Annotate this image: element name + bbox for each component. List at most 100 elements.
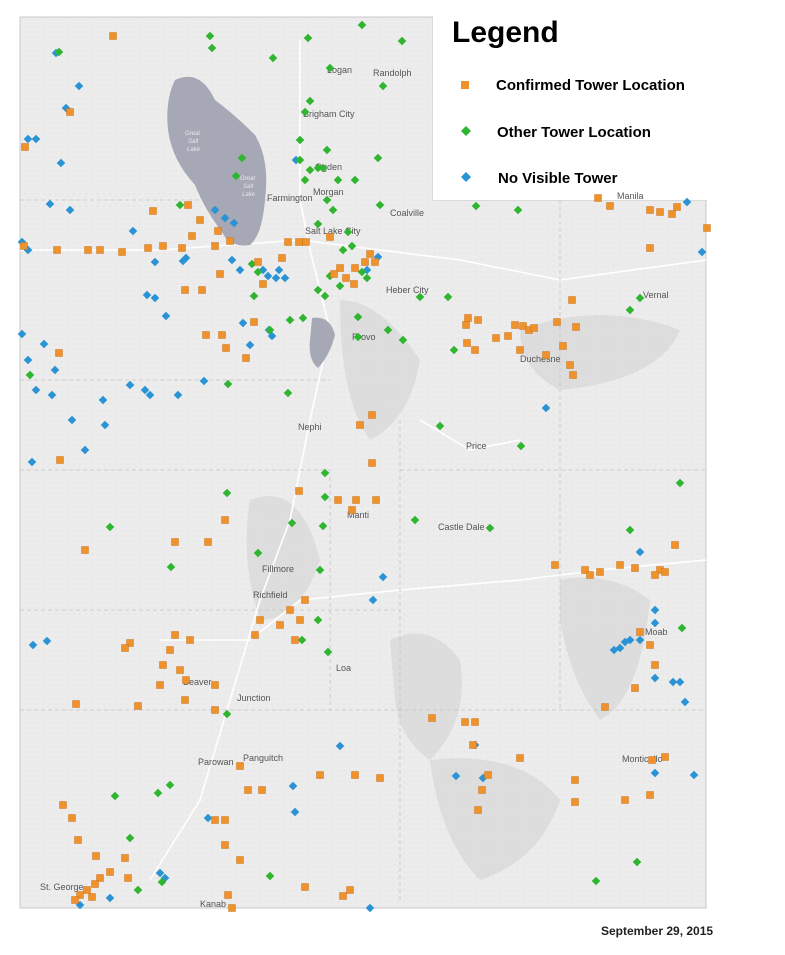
confirmed-tower-marker [471,718,479,726]
confirmed-tower-marker [571,798,579,806]
confirmed-tower-marker [673,203,681,211]
city-label-junction: Junction [237,693,271,703]
confirmed-tower-marker [211,706,219,714]
confirmed-tower-marker [149,207,157,215]
confirmed-tower-marker [504,332,512,340]
confirmed-tower-marker [351,264,359,272]
confirmed-tower-marker [478,786,486,794]
confirmed-tower-marker [56,456,64,464]
confirmed-tower-marker [221,841,229,849]
confirmed-tower-marker [703,224,711,232]
city-label-manila: Manila [617,191,644,201]
utah-tower-map: Great Salt Lake Great Salt Lake Legend C… [17,0,785,913]
confirmed-tower-marker [182,676,190,684]
confirmed-tower-marker [278,254,286,262]
confirmed-tower-marker [21,143,29,151]
city-label-loa: Loa [336,663,351,673]
confirmed-tower-marker [284,238,292,246]
confirmed-tower-marker [83,886,91,894]
confirmed-tower-marker [469,741,477,749]
confirmed-tower-marker [530,324,538,332]
confirmed-tower-marker [250,318,258,326]
city-label-parowan: Parowan [198,757,234,767]
legend-title: Legend [452,16,559,49]
confirmed-tower-marker [342,274,350,282]
confirmed-tower-marker [631,684,639,692]
confirmed-tower-marker [671,541,679,549]
confirmed-tower-marker [616,561,624,569]
legend-confirmed-marker [461,81,469,89]
confirmed-tower-marker [566,361,574,369]
map-date: September 29, 2015 [601,924,714,938]
confirmed-tower-marker [81,546,89,554]
confirmed-tower-marker [55,349,63,357]
city-label-coalville: Coalville [390,208,424,218]
confirmed-tower-marker [302,238,310,246]
city-label-brigham-city: Brigham City [303,109,355,119]
confirmed-tower-marker [368,411,376,419]
confirmed-tower-marker [124,874,132,882]
confirmed-tower-marker [661,753,669,761]
confirmed-tower-marker [516,346,524,354]
confirmed-tower-marker [474,806,482,814]
city-label-nephi: Nephi [298,422,322,432]
confirmed-tower-marker [196,216,204,224]
confirmed-tower-marker [224,891,232,899]
confirmed-tower-marker [596,568,604,576]
confirmed-tower-marker [648,756,656,764]
confirmed-tower-marker [88,893,96,901]
confirmed-tower-marker [606,202,614,210]
confirmed-tower-marker [511,321,519,329]
confirmed-tower-marker [352,496,360,504]
confirmed-tower-marker [181,696,189,704]
confirmed-tower-marker [462,321,470,329]
confirmed-tower-marker [218,331,226,339]
confirmed-tower-marker [351,771,359,779]
confirmed-tower-marker [66,108,74,116]
confirmed-tower-marker [350,280,358,288]
confirmed-tower-marker [84,246,92,254]
city-label-morgan: Morgan [313,187,344,197]
legend-other-label: Other Tower Location [497,124,651,141]
confirmed-tower-marker [256,616,264,624]
confirmed-tower-marker [568,296,576,304]
confirmed-tower-marker [211,816,219,824]
confirmed-tower-marker [651,571,659,579]
city-label-fillmore: Fillmore [262,564,294,574]
confirmed-tower-marker [348,506,356,514]
confirmed-tower-marker [68,814,76,822]
confirmed-tower-marker [368,459,376,467]
confirmed-tower-marker [668,210,676,218]
confirmed-tower-marker [181,286,189,294]
confirmed-tower-marker [461,718,469,726]
confirmed-tower-marker [572,323,580,331]
confirmed-tower-marker [471,346,479,354]
svg-text:Great: Great [185,131,200,137]
confirmed-tower-marker [176,666,184,674]
confirmed-tower-marker [286,606,294,614]
city-label-panguitch: Panguitch [243,753,283,763]
confirmed-tower-marker [594,194,602,202]
confirmed-tower-marker [59,801,67,809]
confirmed-tower-marker [109,32,117,40]
confirmed-tower-marker [214,227,222,235]
confirmed-tower-marker [188,232,196,240]
confirmed-tower-marker [301,596,309,604]
confirmed-tower-marker [178,244,186,252]
confirmed-tower-marker [330,270,338,278]
confirmed-tower-marker [334,496,342,504]
confirmed-tower-marker [244,786,252,794]
confirmed-tower-marker [171,631,179,639]
confirmed-tower-marker [71,896,79,904]
confirmed-tower-marker [361,258,369,266]
confirmed-tower-marker [376,774,384,782]
svg-text:Lake: Lake [187,147,201,153]
confirmed-tower-marker [296,616,304,624]
confirmed-tower-marker [474,316,482,324]
confirmed-tower-marker [242,354,250,362]
confirmed-tower-marker [463,339,471,347]
svg-text:Lake: Lake [242,192,256,198]
confirmed-tower-marker [20,242,28,250]
city-label-kanab: Kanab [200,899,226,909]
confirmed-tower-marker [301,883,309,891]
